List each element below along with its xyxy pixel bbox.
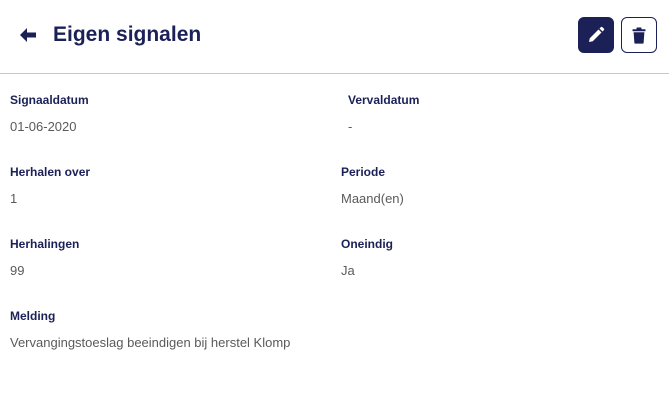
vervaldatum-label: Vervaldatum	[348, 93, 420, 107]
arrow-left-icon	[20, 28, 36, 42]
page: Eigen signalen Signaaldatum 01-06-2020 V…	[0, 0, 669, 408]
herhalen-over-value: 1	[10, 191, 18, 206]
melding-value: Vervangingstoeslag beeindigen bij herste…	[10, 335, 291, 350]
herhalen-over-label: Herhalen over	[10, 165, 91, 179]
pencil-icon	[589, 26, 605, 42]
oneindig-label: Oneindig	[341, 237, 393, 251]
edit-button[interactable]	[578, 17, 614, 53]
periode-label: Periode	[341, 165, 386, 179]
melding-label: Melding	[10, 309, 56, 323]
signaaldatum-label: Signaaldatum	[10, 93, 89, 107]
delete-button[interactable]	[621, 17, 657, 53]
signaaldatum-value: 01-06-2020	[10, 119, 77, 134]
herhalingen-label: Herhalingen	[10, 237, 80, 251]
vervaldatum-value: -	[348, 119, 353, 134]
back-button[interactable]	[16, 23, 40, 47]
page-title: Eigen signalen	[53, 23, 202, 46]
oneindig-value: Ja	[341, 263, 355, 278]
page-header: Eigen signalen	[0, 0, 669, 74]
trash-icon	[632, 27, 646, 44]
periode-value: Maand(en)	[341, 191, 404, 206]
herhalingen-value: 99	[10, 263, 25, 278]
